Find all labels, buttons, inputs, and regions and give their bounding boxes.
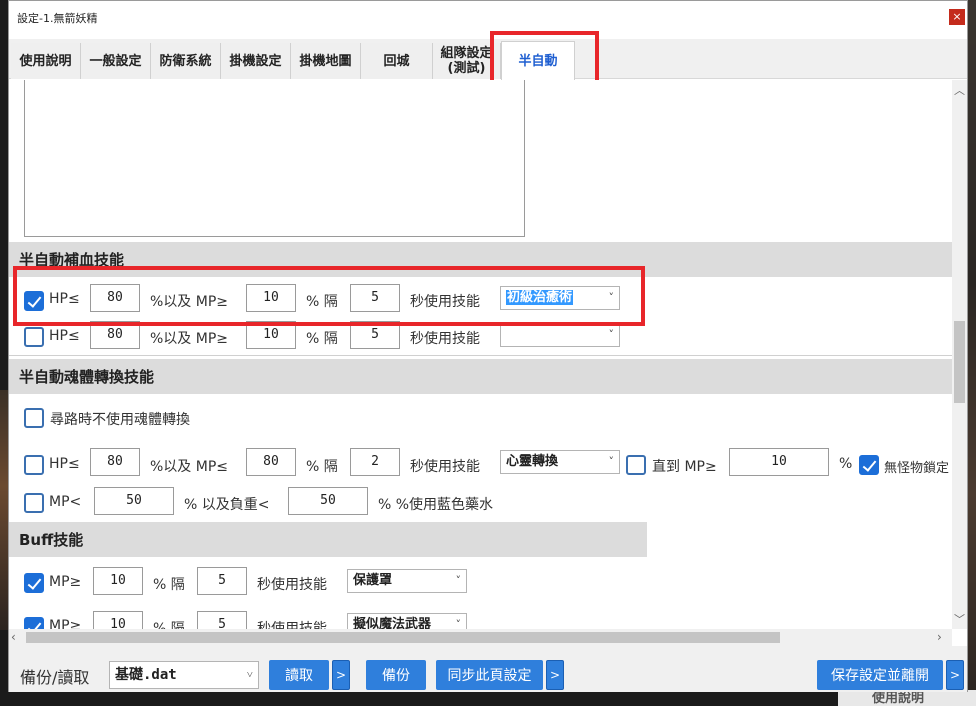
section-divider (9, 355, 952, 356)
bottom-bar: 備份/讀取 基礎.dat 讀取 > 備份 同步此頁設定 > 保存設定並離開 > (9, 646, 967, 692)
until-mp-checkbox[interactable] (626, 455, 646, 475)
mp-potion-weight-label: % 以及負重< (184, 497, 270, 513)
title-bar: 設定-1.無箭妖精 × (9, 1, 967, 33)
no-pathfinding-checkbox[interactable] (24, 408, 44, 428)
read-more-button[interactable]: > (332, 660, 350, 690)
soul-skill-select[interactable]: 心靈轉換 (500, 450, 620, 474)
until-mp-label: 直到 MP≥ (652, 459, 717, 475)
buff-section-header: Buff技能 (9, 522, 647, 557)
vertical-scroll-thumb[interactable] (954, 321, 965, 403)
sync-page-button[interactable]: 同步此頁設定 (436, 660, 543, 690)
background-app-edge (968, 0, 976, 706)
close-icon[interactable]: × (949, 9, 965, 25)
heal-row2-hp-label: HP≤ (49, 328, 80, 344)
soul-interval-input[interactable]: 2 (350, 448, 400, 476)
scroll-left-icon[interactable]: ‹ (11, 630, 16, 644)
heal-row-highlight-annotation (13, 266, 645, 326)
tab-defense[interactable]: 防衛系統 (151, 43, 221, 79)
vertical-scrollbar[interactable]: ︿ ﹀ (952, 80, 967, 629)
background-app-footer: 使用說明 (838, 690, 976, 706)
buff-row1-interval-input[interactable]: 5 (197, 567, 247, 595)
soul-hp-label: HP≤ (49, 456, 80, 472)
mp-potion-checkbox[interactable] (24, 493, 44, 513)
save-and-exit-button[interactable]: 保存設定並離開 (817, 660, 943, 690)
heal-row2-checkbox[interactable] (24, 327, 44, 347)
buff-row1-interval-label: % 隔 (153, 577, 185, 593)
scroll-down-icon[interactable]: ﹀ (952, 611, 967, 627)
soul-row-checkbox[interactable] (24, 455, 44, 475)
buff-row2-interval-input[interactable]: 5 (197, 611, 247, 629)
tab-afk-settings[interactable]: 掛機設定 (221, 43, 291, 79)
heal-row2-skill-label: 秒使用技能 (410, 331, 480, 347)
no-monster-label: 無怪物鎖定 (884, 461, 950, 476)
soul-skill-label: 秒使用技能 (410, 459, 480, 475)
mp-potion-label: % %使用藍色藥水 (378, 497, 494, 513)
heal-row2-skill-select[interactable] (500, 323, 620, 347)
heal-row2-mp-label: %以及 MP≥ (150, 331, 229, 347)
soul-section-header: 半自動魂體轉換技能 (9, 359, 952, 394)
buff-row2-checkbox[interactable] (24, 617, 44, 629)
mp-potion-mp-input[interactable]: 50 (94, 487, 174, 515)
buff-row2-mp-input[interactable]: 10 (93, 611, 143, 629)
no-pathfinding-label: 尋路時不使用魂體轉換 (50, 412, 190, 428)
scroll-up-icon[interactable]: ︿ (952, 82, 967, 98)
soul-mp-input[interactable]: 80 (246, 448, 296, 476)
buff-row2-skill-label: 秒使用技能 (257, 621, 327, 629)
buff-row1-mp-label: MP≥ (49, 574, 82, 590)
window-title: 設定-1.無箭妖精 (17, 12, 98, 25)
soul-hp-input[interactable]: 80 (90, 448, 140, 476)
tab-usage[interactable]: 使用說明 (11, 43, 81, 79)
backup-label: 備份/讀取 (20, 668, 90, 687)
content-panel: 半自動補血技能 HP≤ 80 %以及 MP≥ 10 % 隔 5 秒使用技能 初級… (9, 80, 952, 629)
horizontal-scroll-thumb[interactable] (26, 632, 780, 643)
buff-row1-skill-select[interactable]: 保護罩 (347, 569, 467, 593)
soul-mp-label: %以及 MP≤ (150, 459, 229, 475)
settings-dialog: 設定-1.無箭妖精 × 使用說明 一般設定 防衛系統 掛機設定 掛機地圖 回城 … (8, 0, 968, 692)
backup-button[interactable]: 備份 (366, 660, 426, 690)
no-monster-checkbox[interactable] (859, 455, 879, 475)
mp-potion-weight-input[interactable]: 50 (288, 487, 368, 515)
buff-row1-skill-label: 秒使用技能 (257, 577, 327, 593)
buff-row2-skill-select[interactable]: 擬似魔法武器 (347, 613, 467, 629)
until-mp-input[interactable]: 10 (729, 448, 829, 476)
soul-interval-label: % 隔 (306, 459, 338, 475)
mp-potion-mp-label: MP< (49, 494, 82, 510)
until-mp-pct-label: % (839, 456, 853, 472)
buff-row1-mp-input[interactable]: 10 (93, 567, 143, 595)
horizontal-scrollbar[interactable]: ‹ › (9, 629, 952, 646)
heal-row2-interval-label: % 隔 (306, 331, 338, 347)
backup-file-select[interactable]: 基礎.dat (109, 661, 259, 689)
tab-bar: 使用說明 一般設定 防衛系統 掛機設定 掛機地圖 回城 組隊設定 (測試) 半自… (9, 39, 967, 80)
tab-general[interactable]: 一般設定 (81, 43, 151, 79)
buff-row2-mp-label: MP≥ (49, 618, 82, 629)
save-more-button[interactable]: > (946, 660, 964, 690)
notes-textarea[interactable] (24, 80, 525, 237)
buff-row2-interval-label: % 隔 (153, 621, 185, 629)
read-button[interactable]: 讀取 (269, 660, 329, 690)
tab-afk-map[interactable]: 掛機地圖 (291, 43, 361, 79)
tab-return-town[interactable]: 回城 (361, 43, 433, 79)
buff-row1-checkbox[interactable] (24, 573, 44, 593)
scroll-right-icon[interactable]: › (937, 630, 942, 644)
sync-more-button[interactable]: > (546, 660, 564, 690)
